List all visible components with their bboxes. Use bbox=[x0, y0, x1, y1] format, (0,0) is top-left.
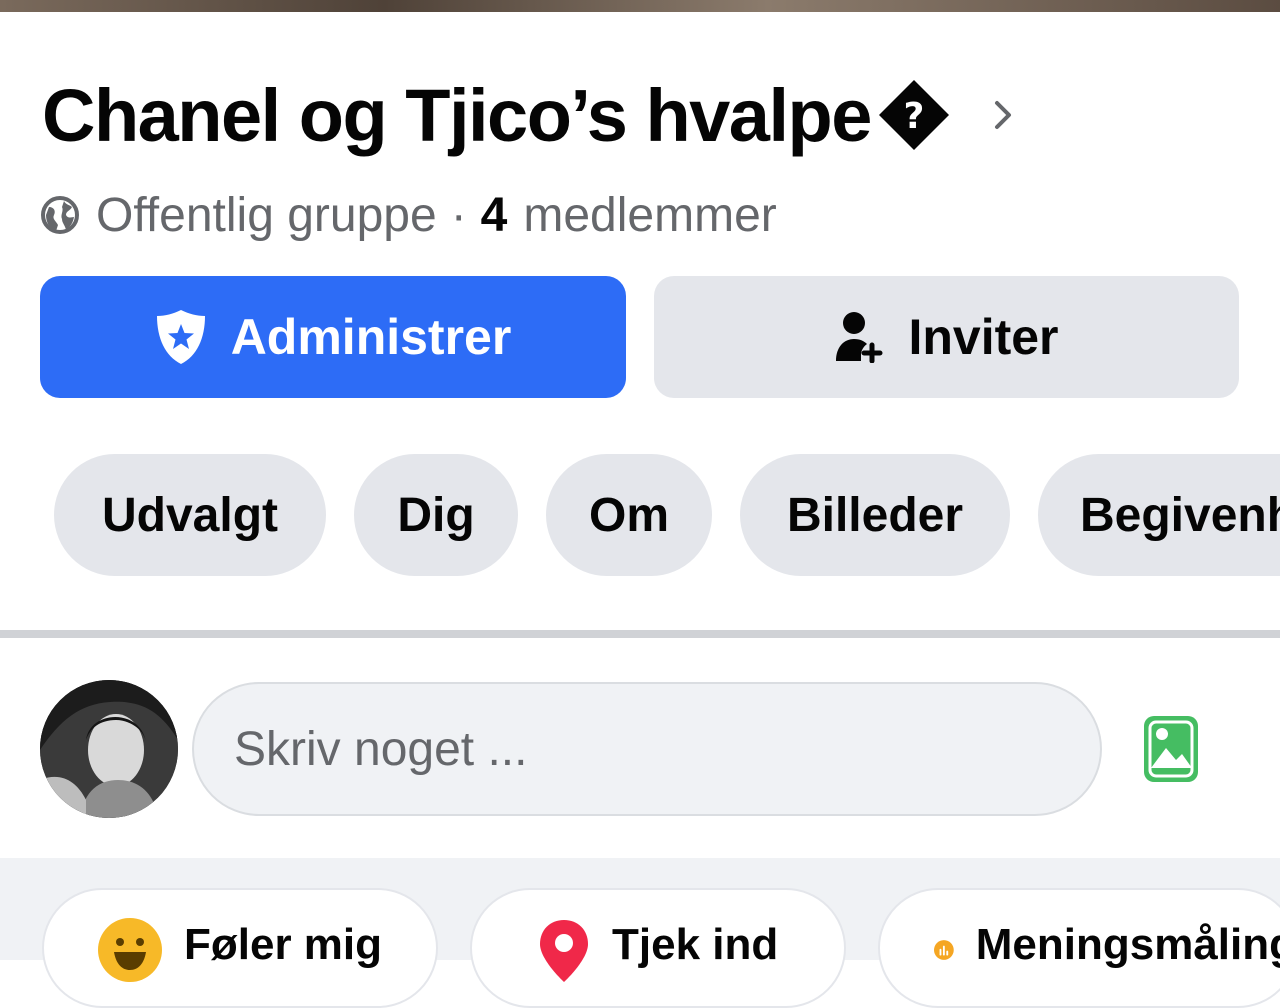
manage-label: Administrer bbox=[230, 309, 512, 365]
meta-separator: · bbox=[450, 188, 467, 242]
invite-label: Inviter bbox=[908, 309, 1059, 365]
globe-icon bbox=[41, 196, 79, 234]
chevron-right-icon[interactable] bbox=[991, 95, 1015, 135]
group-meta: Offentlig gruppe · 4 medlemmer bbox=[40, 188, 777, 242]
tab-featured[interactable]: Udvalgt bbox=[54, 454, 326, 576]
tab-photos[interactable]: Billeder bbox=[740, 454, 1010, 576]
avatar-image bbox=[40, 680, 178, 818]
poll-label: Meningsmåling bbox=[975, 920, 1280, 969]
tab-you[interactable]: Dig bbox=[354, 454, 518, 576]
feeling-label: Føler mig bbox=[184, 920, 383, 969]
shield-star-icon bbox=[156, 310, 205, 364]
unknown-character-icon: ? bbox=[878, 80, 949, 150]
post-input-placeholder: Skriv noget ... bbox=[234, 722, 528, 776]
check-in-button[interactable]: Tjek ind bbox=[470, 888, 846, 1008]
cover-photo-edge bbox=[0, 0, 1280, 12]
section-divider bbox=[0, 630, 1280, 638]
avatar[interactable] bbox=[40, 680, 178, 818]
privacy-label: Offentlig gruppe bbox=[96, 188, 437, 242]
check-in-label: Tjek ind bbox=[612, 920, 779, 969]
member-label[interactable]: medlemmer bbox=[523, 188, 776, 243]
tab-events[interactable]: Begivenheder bbox=[1038, 454, 1280, 576]
location-pin-icon bbox=[540, 920, 588, 982]
group-tabs: Udvalgt Dig Om Billeder Begivenheder bbox=[54, 454, 1280, 576]
manage-button[interactable]: Administrer bbox=[40, 276, 626, 398]
add-person-icon bbox=[836, 312, 883, 363]
feeling-button[interactable]: Føler mig bbox=[42, 888, 438, 1008]
svg-text:?: ? bbox=[903, 96, 924, 137]
invite-button[interactable]: Inviter bbox=[654, 276, 1239, 398]
poll-button[interactable]: Meningsmåling bbox=[878, 888, 1280, 1008]
post-input[interactable]: Skriv noget ... bbox=[192, 682, 1102, 816]
poll-icon bbox=[934, 940, 954, 960]
photo-icon[interactable] bbox=[1142, 714, 1200, 784]
smiley-icon bbox=[98, 918, 162, 982]
member-count[interactable]: 4 bbox=[481, 188, 508, 243]
tab-about[interactable]: Om bbox=[546, 454, 712, 576]
group-title-row[interactable]: Chanel og Tjico’s hvalpe ? bbox=[42, 70, 1015, 160]
group-title[interactable]: Chanel og Tjico’s hvalpe bbox=[42, 73, 872, 158]
